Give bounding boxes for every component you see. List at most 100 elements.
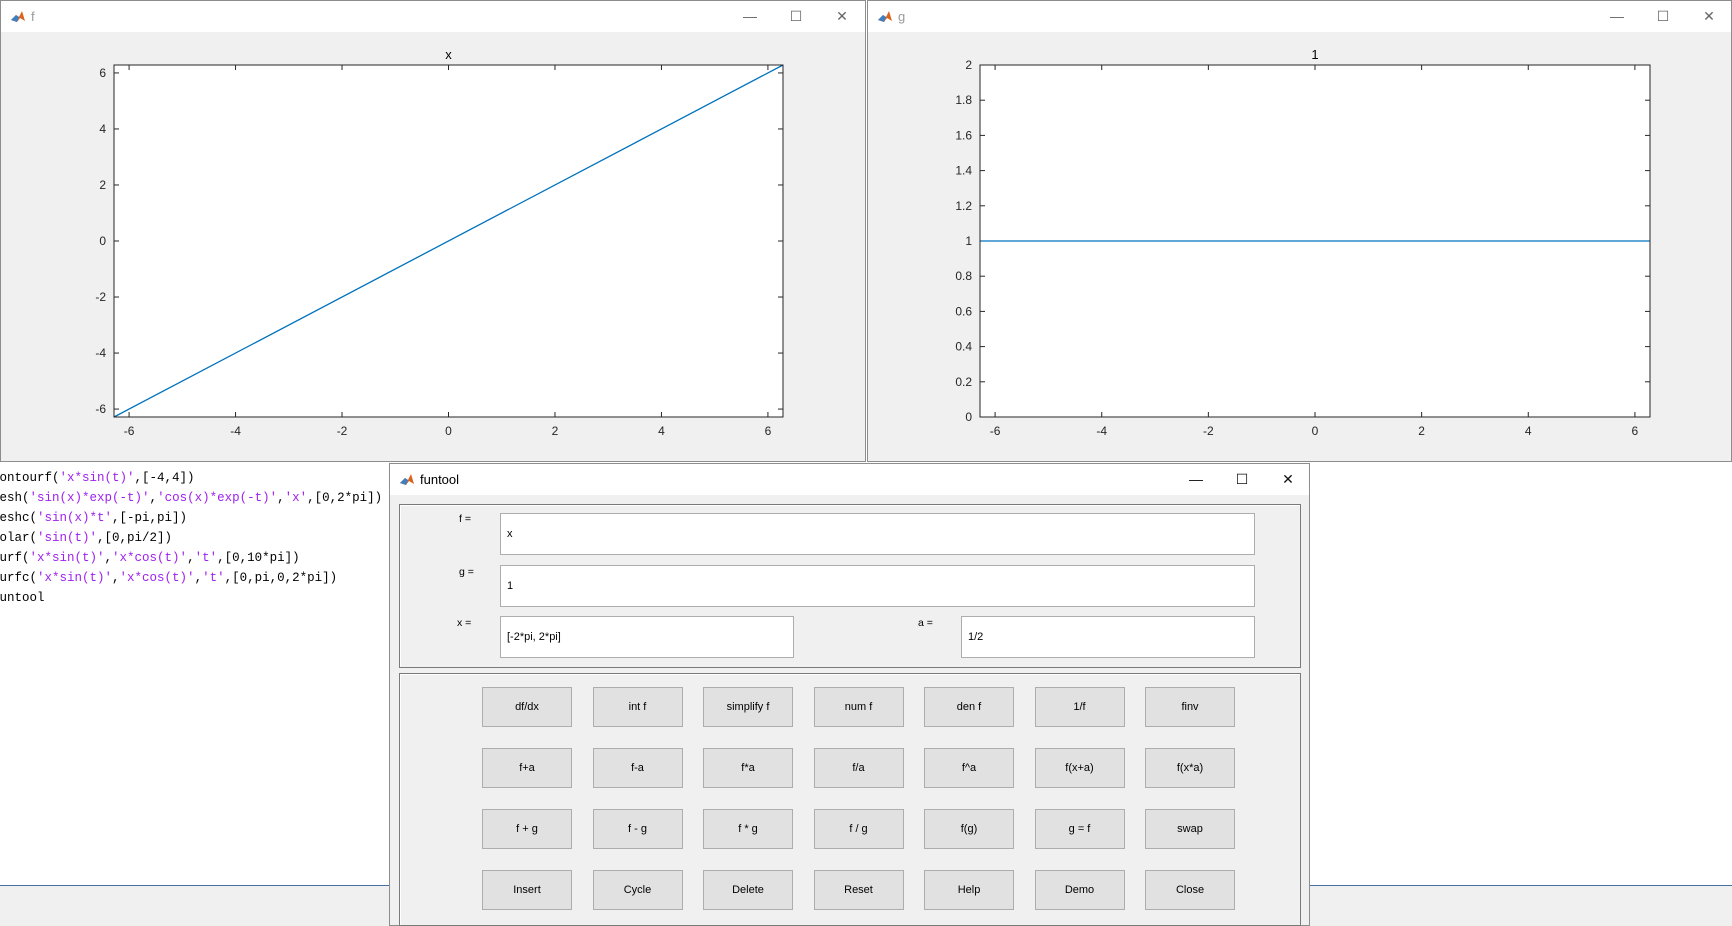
plot-g[interactable]: -6 -4 -2 0 2 4 6 0 0.2 0.4 0.6 0.8 1 1.2 1.4 1.6 1.8 2 1 [868, 32, 1731, 461]
g-field[interactable]: 1 [500, 565, 1255, 607]
op-button[interactable]: f * g [703, 809, 793, 849]
op-button[interactable]: Reset [813, 870, 904, 910]
y-tick-label: -4 [95, 346, 106, 360]
op-button[interactable]: finv [1145, 687, 1235, 727]
maximize-button[interactable]: ☐ [1219, 464, 1265, 495]
x-tick-label: 2 [1418, 424, 1425, 438]
op-button[interactable]: int f [592, 687, 683, 727]
command-string: 'sin(x)*t' [37, 511, 113, 525]
command-text: ,[0,2*pi]) [307, 491, 383, 505]
op-button[interactable]: f(g) [924, 809, 1014, 849]
op-button[interactable]: f / g [813, 809, 904, 849]
minimize-button[interactable]: — [727, 1, 773, 32]
command-string: 'x*sin(t)' [29, 551, 105, 565]
op-button[interactable]: den f [924, 687, 1014, 727]
x-tick-label: -4 [1096, 424, 1107, 438]
y-tick-label: 1.4 [955, 164, 972, 178]
command-string: 'sin(t)' [37, 531, 98, 545]
op-button[interactable]: f/a [813, 748, 904, 788]
y-tick-label: 2 [965, 58, 972, 72]
op-button[interactable]: f(x+a) [1034, 748, 1125, 788]
minimize-button[interactable]: — [1173, 464, 1219, 495]
operations-panel: df/dx int f simplify f num f den f 1/f finv f+a… [399, 673, 1301, 926]
y-tick-label: 0 [99, 234, 106, 248]
op-button[interactable]: Cycle [592, 870, 683, 910]
command-string: 't' [194, 551, 218, 565]
minimize-button[interactable]: — [1594, 1, 1640, 32]
op-button[interactable]: f - g [592, 809, 683, 849]
y-tick-label: 0.8 [955, 269, 972, 283]
command-text: ,[0,pi/2]) [97, 531, 173, 545]
command-text: , [187, 551, 195, 565]
op-button[interactable]: Delete [703, 870, 793, 910]
command-string: 'x' [284, 491, 308, 505]
x-tick-label: -4 [230, 424, 241, 438]
op-button[interactable]: g = f [1034, 809, 1125, 849]
matlab-logo-icon [400, 474, 414, 485]
op-button[interactable]: 1/f [1034, 687, 1125, 727]
op-button[interactable]: simplify f [703, 687, 793, 727]
command-line: meshc('sin(x)*t',[-pi,pi]) [0, 508, 382, 528]
figure-window-f[interactable]: f — ☐ ✕ -6 -4 -2 0 2 4 6 -6 -4 -2 0 2 4 6 x [0, 0, 866, 462]
command-line: contourf('x*sin(t)',[-4,4]) [0, 468, 382, 488]
title-bar[interactable]: f — ☐ ✕ [1, 1, 865, 32]
op-button[interactable]: Demo [1034, 870, 1125, 910]
command-string: 'x*sin(t)' [37, 571, 113, 585]
x-field[interactable]: [-2*pi, 2*pi] [500, 616, 794, 658]
x-tick-label: -2 [1203, 424, 1214, 438]
y-tick-label: 2 [99, 178, 106, 192]
x-tick-label: -6 [124, 424, 135, 438]
y-tick-label: 1.6 [955, 128, 972, 142]
x-tick-label: 6 [1632, 424, 1639, 438]
op-button[interactable]: Insert [482, 870, 572, 910]
x-tick-label: 4 [1525, 424, 1532, 438]
op-button[interactable]: f-a [592, 748, 683, 788]
x-tick-label: -2 [337, 424, 348, 438]
op-button[interactable]: f(x*a) [1145, 748, 1235, 788]
op-button[interactable]: Close [1145, 870, 1235, 910]
op-button[interactable]: df/dx [482, 687, 572, 727]
maximize-button[interactable]: ☐ [1640, 1, 1686, 32]
command-text: , [149, 491, 158, 505]
x-tick-label: 6 [765, 424, 772, 438]
op-button[interactable]: f*a [703, 748, 793, 788]
function-fields-panel: f = x g = 1 x = [-2*pi, 2*pi] a = 1/2 [399, 504, 1301, 668]
g-label: g = [459, 566, 474, 578]
command-text: meshc( [0, 511, 38, 525]
command-text: funtool [0, 591, 45, 605]
f-field[interactable]: x [500, 513, 1255, 555]
command-string: 't' [202, 571, 225, 585]
op-button[interactable]: f+a [482, 748, 572, 788]
command-line: surfc('x*sin(t)','x*cos(t)','t',[0,pi,0,… [0, 568, 382, 588]
y-tick-label: 0.6 [955, 304, 972, 318]
op-button[interactable]: swap [1145, 809, 1235, 849]
matlab-logo-icon [878, 11, 892, 22]
command-string: 'sin(x)*exp(-t)' [29, 491, 150, 505]
command-string: 'x*cos(t)' [112, 551, 188, 565]
op-button[interactable]: Help [924, 870, 1014, 910]
command-line: surf('x*sin(t)','x*cos(t)','t',[0,10*pi]… [0, 548, 382, 568]
funtool-window[interactable]: funtool — ☐ ✕ f = x g = 1 x = [-2*pi, 2*… [389, 463, 1310, 926]
a-label: a = [918, 617, 933, 629]
close-button[interactable]: ✕ [1686, 1, 1732, 32]
command-text: ,[-4,4]) [134, 471, 195, 485]
op-button[interactable]: num f [813, 687, 904, 727]
window-title: g [898, 9, 906, 24]
a-field[interactable]: 1/2 [961, 616, 1255, 658]
plot-f[interactable]: -6 -4 -2 0 2 4 6 -6 -4 -2 0 2 4 6 x [1, 32, 865, 461]
op-button[interactable]: f + g [482, 809, 572, 849]
y-tick-label: 1 [965, 234, 972, 248]
command-string: 'x*sin(t)' [59, 471, 135, 485]
title-bar[interactable]: funtool — ☐ ✕ [390, 464, 1309, 495]
command-text: ,[-pi,pi]) [112, 511, 188, 525]
command-text: , [112, 571, 120, 585]
command-string: 'cos(x)*exp(-t)' [157, 491, 278, 505]
maximize-button[interactable]: ☐ [773, 1, 819, 32]
close-button[interactable]: ✕ [1265, 464, 1311, 495]
title-bar[interactable]: g — ☐ ✕ [868, 1, 1731, 32]
command-text: contourf( [0, 471, 60, 485]
figure-window-g[interactable]: g — ☐ ✕ -6 -4 -2 0 2 4 6 0 0.2 0.4 0.6 0.8 1 1.2 1.4 1.… [867, 0, 1732, 462]
op-button[interactable]: f^a [924, 748, 1014, 788]
x-tick-label: 4 [658, 424, 665, 438]
close-button[interactable]: ✕ [819, 1, 865, 32]
